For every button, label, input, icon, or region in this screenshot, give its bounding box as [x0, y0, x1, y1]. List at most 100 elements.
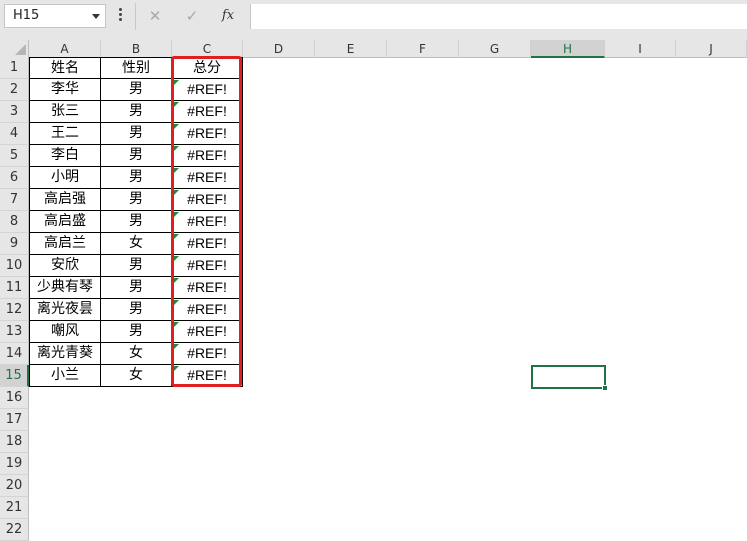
row-header-15[interactable]: 15 — [0, 365, 29, 387]
select-all-button[interactable] — [0, 40, 29, 58]
error-indicator-icon[interactable] — [173, 344, 179, 350]
ref-error-cell[interactable]: #REF! — [172, 123, 243, 145]
table-cell[interactable]: 高启强 — [29, 189, 101, 211]
ref-error-cell[interactable]: #REF! — [172, 189, 243, 211]
table-cell[interactable]: 女 — [101, 343, 172, 365]
more-options-icon[interactable] — [119, 8, 123, 24]
row-header-14[interactable]: 14 — [0, 343, 29, 365]
row-header-9[interactable]: 9 — [0, 233, 29, 255]
table-cell[interactable]: 李华 — [29, 79, 101, 101]
table-cell[interactable]: 男 — [101, 167, 172, 189]
table-cell[interactable]: 男 — [101, 255, 172, 277]
error-indicator-icon[interactable] — [173, 168, 179, 174]
error-indicator-icon[interactable] — [173, 190, 179, 196]
row-header-10[interactable]: 10 — [0, 255, 29, 277]
row-header-8[interactable]: 8 — [0, 211, 29, 233]
column-header-b[interactable]: B — [101, 40, 172, 58]
table-cell[interactable]: 男 — [101, 189, 172, 211]
table-cell[interactable]: 男 — [101, 123, 172, 145]
row-header-19[interactable]: 19 — [0, 453, 29, 475]
row-header-17[interactable]: 17 — [0, 409, 29, 431]
table-cell[interactable]: 王二 — [29, 123, 101, 145]
column-header-h[interactable]: H — [531, 40, 605, 58]
error-indicator-icon[interactable] — [173, 300, 179, 306]
ref-error-cell[interactable]: #REF! — [172, 211, 243, 233]
table-cell[interactable]: 李白 — [29, 145, 101, 167]
ref-error-cell[interactable]: #REF! — [172, 167, 243, 189]
row-header-12[interactable]: 12 — [0, 299, 29, 321]
table-cell[interactable]: 男 — [101, 79, 172, 101]
row-header-16[interactable]: 16 — [0, 387, 29, 409]
row-header-4[interactable]: 4 — [0, 123, 29, 145]
formula-input[interactable] — [250, 4, 747, 29]
error-indicator-icon[interactable] — [173, 212, 179, 218]
chevron-down-icon[interactable] — [92, 14, 100, 19]
column-header-f[interactable]: F — [387, 40, 459, 58]
error-indicator-icon[interactable] — [173, 322, 179, 328]
ref-error-cell[interactable]: #REF! — [172, 321, 243, 343]
ref-error-cell[interactable]: #REF! — [172, 299, 243, 321]
column-header-c[interactable]: C — [172, 40, 243, 58]
table-cell[interactable]: 高启兰 — [29, 233, 101, 255]
column-header-j[interactable]: J — [676, 40, 747, 58]
row-header-1[interactable]: 1 — [0, 57, 29, 79]
table-cell[interactable]: 男 — [101, 211, 172, 233]
ref-error-cell[interactable]: #REF! — [172, 101, 243, 123]
table-header-cell[interactable]: 总分 — [172, 57, 243, 79]
table-header-cell[interactable]: 姓名 — [29, 57, 101, 79]
row-header-11[interactable]: 11 — [0, 277, 29, 299]
active-cell-selection[interactable] — [531, 365, 608, 391]
enter-check-icon[interactable]: ✓ — [178, 4, 206, 28]
table-cell[interactable]: 女 — [101, 365, 172, 387]
ref-error-cell[interactable]: #REF! — [172, 79, 243, 101]
column-header-e[interactable]: E — [315, 40, 387, 58]
column-header-d[interactable]: D — [243, 40, 315, 58]
error-indicator-icon[interactable] — [173, 256, 179, 262]
cancel-icon[interactable]: ✕ — [141, 4, 169, 28]
table-cell[interactable]: 男 — [101, 321, 172, 343]
row-header-22[interactable]: 22 — [0, 519, 29, 541]
table-cell[interactable]: 高启盛 — [29, 211, 101, 233]
table-cell[interactable]: 女 — [101, 233, 172, 255]
row-header-20[interactable]: 20 — [0, 475, 29, 497]
table-cell[interactable]: 男 — [101, 101, 172, 123]
row-header-7[interactable]: 7 — [0, 189, 29, 211]
insert-function-icon[interactable]: fx — [214, 4, 242, 28]
table-header-cell[interactable]: 性别 — [101, 57, 172, 79]
table-cell[interactable]: 离光青葵 — [29, 343, 101, 365]
table-cell[interactable]: 离光夜昙 — [29, 299, 101, 321]
row-header-3[interactable]: 3 — [0, 101, 29, 123]
error-indicator-icon[interactable] — [173, 124, 179, 130]
ref-error-cell[interactable]: #REF! — [172, 255, 243, 277]
ref-error-cell[interactable]: #REF! — [172, 365, 243, 387]
row-header-21[interactable]: 21 — [0, 497, 29, 519]
ref-error-cell[interactable]: #REF! — [172, 277, 243, 299]
fill-handle[interactable] — [602, 385, 608, 391]
error-indicator-icon[interactable] — [173, 366, 179, 372]
error-indicator-icon[interactable] — [173, 102, 179, 108]
error-indicator-icon[interactable] — [173, 234, 179, 240]
ref-error-cell[interactable]: #REF! — [172, 145, 243, 167]
ref-error-cell[interactable]: #REF! — [172, 343, 243, 365]
error-indicator-icon[interactable] — [173, 146, 179, 152]
row-header-13[interactable]: 13 — [0, 321, 29, 343]
error-indicator-icon[interactable] — [173, 278, 179, 284]
table-cell[interactable]: 嘲风 — [29, 321, 101, 343]
table-cell[interactable]: 男 — [101, 277, 172, 299]
table-cell[interactable]: 小明 — [29, 167, 101, 189]
column-header-i[interactable]: I — [605, 40, 676, 58]
row-header-6[interactable]: 6 — [0, 167, 29, 189]
table-cell[interactable]: 少典有琴 — [29, 277, 101, 299]
table-cell[interactable]: 男 — [101, 145, 172, 167]
name-box[interactable]: H15 — [4, 4, 106, 28]
table-cell[interactable]: 张三 — [29, 101, 101, 123]
table-cell[interactable]: 男 — [101, 299, 172, 321]
column-header-a[interactable]: A — [29, 40, 101, 58]
ref-error-cell[interactable]: #REF! — [172, 233, 243, 255]
table-cell[interactable]: 小兰 — [29, 365, 101, 387]
error-indicator-icon[interactable] — [173, 80, 179, 86]
row-header-5[interactable]: 5 — [0, 145, 29, 167]
column-header-g[interactable]: G — [459, 40, 531, 58]
row-header-18[interactable]: 18 — [0, 431, 29, 453]
row-header-2[interactable]: 2 — [0, 79, 29, 101]
